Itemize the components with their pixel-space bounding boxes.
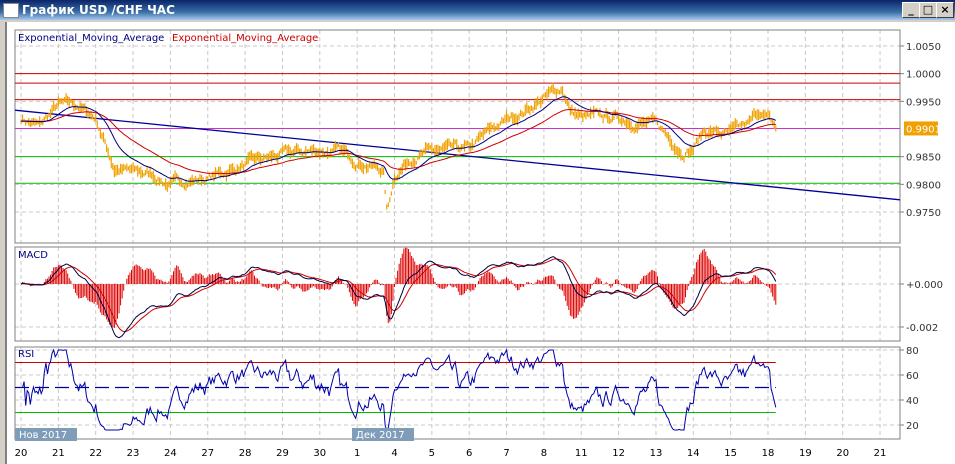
day-label: 8 [541, 448, 547, 459]
day-label: 21 [874, 448, 887, 459]
day-label: 23 [127, 448, 140, 459]
price-tick-label: 0.9850 [906, 153, 941, 164]
rsi-tick-label: 80 [906, 346, 919, 357]
price-tick-label: 1.0050 [906, 42, 941, 53]
day-label: 22 [89, 448, 102, 459]
legend-ema-slow: Exponential_Moving_Average [172, 33, 318, 44]
day-label: 24 [164, 448, 177, 459]
day-label: 28 [239, 448, 252, 459]
price-tick-label: 0.9800 [906, 180, 941, 191]
day-label: 12 [612, 448, 625, 459]
day-label: 11 [575, 448, 588, 459]
rsi-tick-label: 60 [906, 371, 919, 382]
rsi-tick-label: 20 [906, 421, 919, 432]
legend-ema-fast: Exponential_Moving_Average [18, 33, 164, 44]
rsi-title: RSI [18, 349, 34, 360]
day-label: 5 [429, 448, 435, 459]
day-label: 20 [15, 448, 28, 459]
price-tick-label: 0.9950 [906, 97, 941, 108]
chart-canvas[interactable]: Exponential_Moving_Average Exponential_M… [0, 0, 955, 464]
ema-slow-line [20, 108, 776, 175]
day-label: 20 [836, 448, 849, 459]
day-label: 29 [276, 448, 289, 459]
month-label: Нов 2017 [19, 430, 67, 441]
day-label: 6 [466, 448, 472, 459]
day-label: 7 [503, 448, 509, 459]
day-label: 1 [354, 448, 360, 459]
day-label: 15 [724, 448, 737, 459]
main-panel [14, 29, 901, 244]
price-tick-label: 0.9750 [906, 208, 941, 219]
macd-title: MACD [18, 250, 48, 261]
day-label: 14 [687, 448, 700, 459]
month-label: Дек 2017 [356, 430, 405, 441]
price-tick-label: 1.0000 [906, 70, 941, 81]
day-label: 27 [201, 448, 214, 459]
day-label: 19 [799, 448, 812, 459]
day-label: 13 [650, 448, 663, 459]
rsi-tick-label: 40 [906, 396, 919, 407]
day-label: 21 [52, 448, 65, 459]
day-label: 18 [762, 448, 775, 459]
day-label: 30 [313, 448, 326, 459]
current-price-label: 0.9901 [906, 124, 941, 135]
macd-tick-label: -0.002 [906, 323, 938, 334]
day-label: 4 [391, 448, 397, 459]
macd-tick-label: +0.000 [906, 280, 943, 291]
